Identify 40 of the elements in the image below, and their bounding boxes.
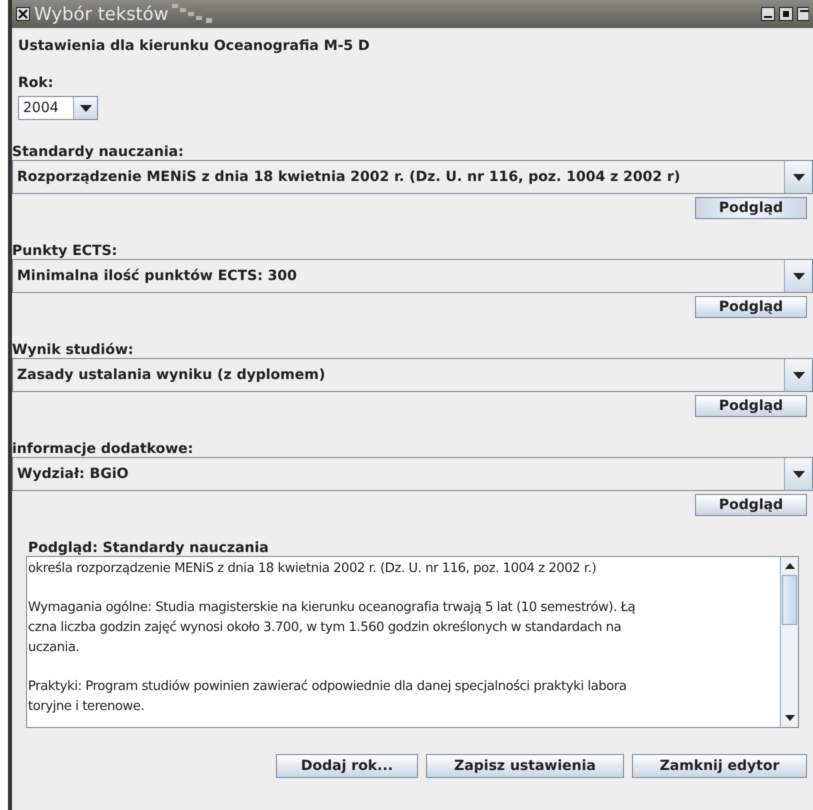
action-button[interactable]: Dodaj rok... [276, 754, 418, 778]
preview-button[interactable]: Podgląd [695, 197, 807, 219]
action-button[interactable]: Zapisz ustawienia [426, 754, 624, 778]
dropdown[interactable]: Minimalna ilość punktów ECTS: 300 [12, 259, 813, 293]
caret-icon [792, 272, 804, 280]
section-label: Wynik studiów: [12, 342, 134, 358]
section-label: informacje dodatkowe: [12, 441, 194, 457]
caret-icon [792, 470, 804, 478]
section-label: Standardy nauczania: [12, 144, 185, 160]
caret-icon [80, 104, 92, 112]
scroll-thumb[interactable] [782, 575, 797, 625]
preview-text-line: Praktyki: Program studiów powinien zawierać odpowiednie dla danej specjalności praktyki labora [28, 678, 628, 696]
close-icon[interactable] [16, 7, 30, 21]
dropdown[interactable]: Zasady ustalania wyniku (z dyplomem) [12, 358, 813, 392]
preview-button[interactable]: Podgląd [695, 395, 807, 417]
window-title: Wybór tekstów [34, 2, 168, 26]
preview-text-line: czna liczba godzin zajęć wynosi około 3.700, w tym 1.560 godzin określonych w standardach na [28, 619, 622, 637]
dropdown[interactable]: Wydział: BGiO [12, 457, 813, 491]
minimize-icon[interactable] [761, 7, 775, 21]
scroll-up-icon[interactable] [784, 563, 794, 569]
preview-text-area[interactable] [26, 556, 799, 728]
shade-icon[interactable] [797, 7, 809, 21]
section-label: Punkty ECTS: [12, 243, 118, 259]
heading: Ustawienia dla kierunku Oceanografia M-5 D [17, 37, 371, 56]
maximize-icon[interactable] [779, 7, 793, 21]
preview-label: Podgląd: Standardy nauczania [27, 540, 270, 556]
caret-icon [792, 372, 804, 378]
scrollbar[interactable] [780, 557, 798, 727]
preview-text-line: Wymagania ogólne: Studia magisterskie na kierunku oceanografia trwają 5 lat (10 semestrów). Łą [28, 599, 636, 617]
year-label: Rok: [17, 74, 54, 93]
dropdown[interactable]: Rozporządzenie MENiS z dnia 18 kwietnia 2002 r. (Dz. U. nr 116, poz. 1004 z 2002 r) [12, 160, 813, 194]
preview-text-line: określa rozporządzenie MENiS z dnia 18 kwietnia 2002 r. (Dz. U. nr 116, poz. 1004 z 2002 r.) [28, 560, 598, 578]
action-button[interactable]: Zamknij edytor [632, 754, 807, 778]
scroll-down-icon[interactable] [784, 715, 794, 721]
preview-button[interactable]: Podgląd [695, 296, 807, 318]
year-combo[interactable]: 2004 [18, 96, 98, 120]
caret-icon [792, 174, 804, 180]
preview-text-line: toryjne i terenowe. [28, 698, 146, 716]
preview-text-line: uczania. [28, 639, 80, 657]
preview-button[interactable]: Podgląd [695, 494, 807, 516]
